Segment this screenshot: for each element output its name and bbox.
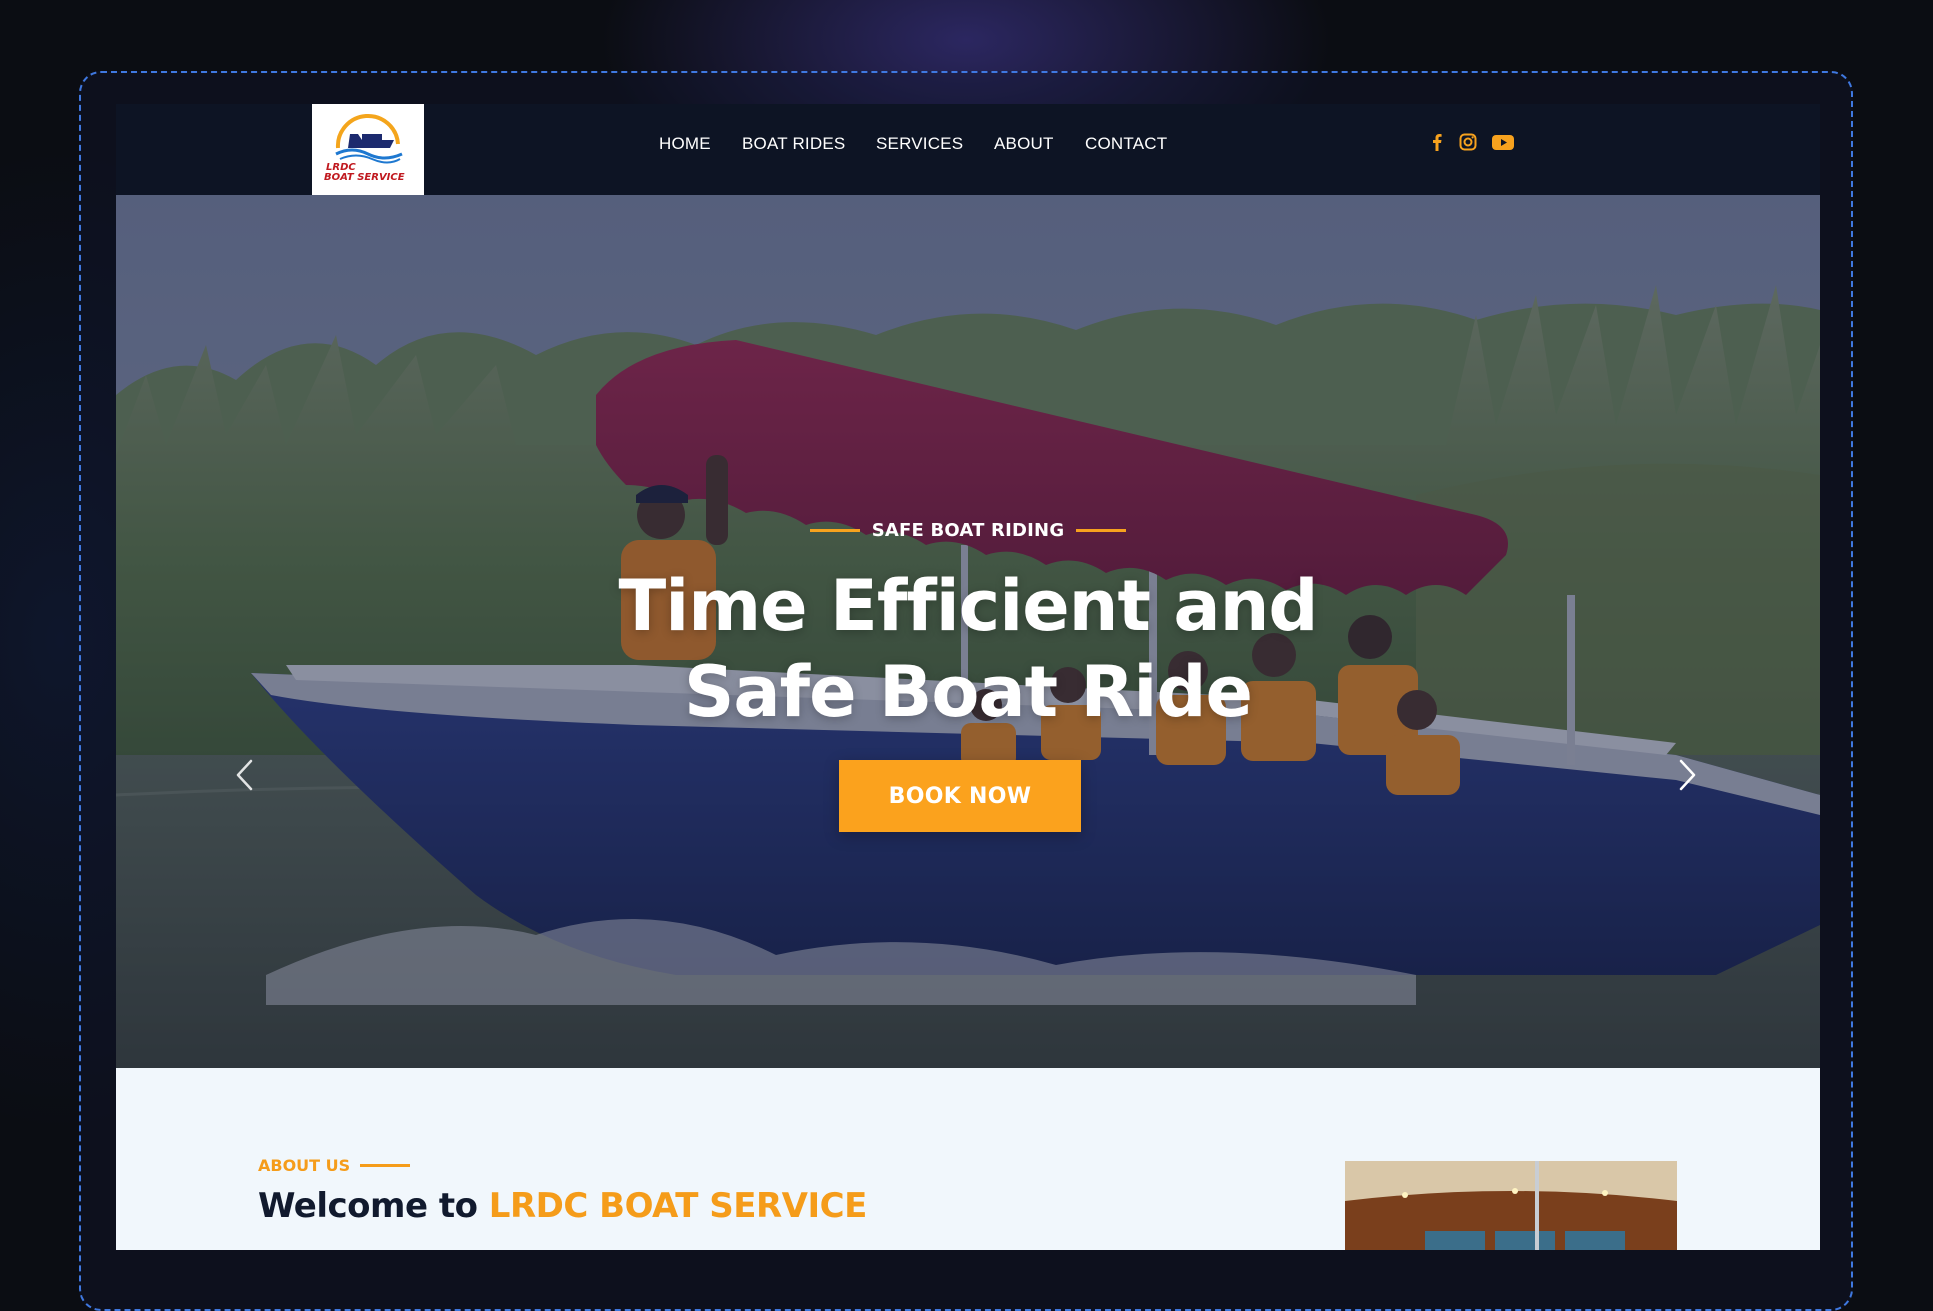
youtube-icon[interactable] — [1491, 132, 1515, 152]
site-header: LRDC BOAT SERVICE HOME BOAT RIDES SERVIC… — [116, 104, 1820, 195]
nav-about[interactable]: ABOUT — [994, 134, 1054, 154]
instagram-icon[interactable] — [1458, 132, 1478, 152]
about-title-prefix: Welcome to — [258, 1186, 489, 1226]
website-preview: LRDC BOAT SERVICE HOME BOAT RIDES SERVIC… — [116, 104, 1820, 1250]
about-tag: ABOUT US — [258, 1156, 351, 1175]
main-nav: HOME BOAT RIDES SERVICES ABOUT CONTACT — [116, 104, 1820, 195]
chevron-left-icon[interactable] — [226, 753, 266, 797]
hero-title: Time Efficient and Safe Boat Ride — [116, 563, 1820, 735]
chevron-right-icon[interactable] — [1666, 753, 1706, 797]
nav-services[interactable]: SERVICES — [876, 134, 963, 154]
about-title: Welcome to LRDC BOAT SERVICE — [258, 1186, 867, 1226]
eyebrow-line-left — [809, 529, 860, 532]
facebook-icon[interactable] — [1427, 132, 1447, 152]
about-tag-line — [360, 1164, 411, 1167]
nav-boat-rides[interactable]: BOAT RIDES — [742, 134, 845, 154]
eyebrow-line-right — [1076, 529, 1127, 532]
book-now-button[interactable]: BOOK NOW — [839, 760, 1081, 832]
hero-title-line1: Time Efficient and — [618, 565, 1318, 647]
hero-eyebrow: SAFE BOAT RIDING — [871, 520, 1065, 541]
nav-home[interactable]: HOME — [659, 134, 711, 154]
nav-contact[interactable]: CONTACT — [1085, 134, 1167, 154]
hero-eyebrow-row: SAFE BOAT RIDING — [116, 520, 1820, 550]
about-tag-row: ABOUT US — [258, 1156, 411, 1176]
hero-slider: SAFE BOAT RIDING Time Efficient and Safe… — [116, 195, 1820, 1068]
about-title-brand: LRDC BOAT SERVICE — [488, 1186, 868, 1226]
about-section: ABOUT US Welcome to LRDC BOAT SERVICE — [116, 1068, 1820, 1250]
hero-title-line2: Safe Boat Ride — [684, 651, 1253, 733]
about-image — [1345, 1161, 1677, 1250]
